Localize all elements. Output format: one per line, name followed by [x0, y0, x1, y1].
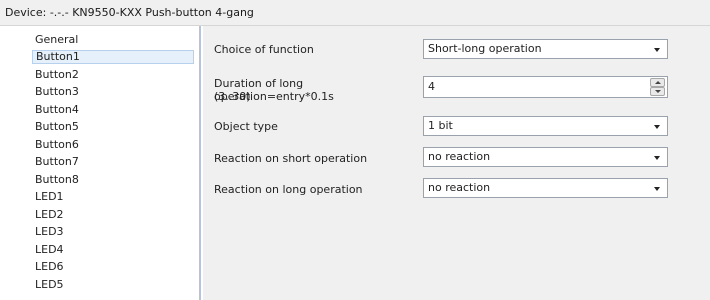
short-reaction-value: no reaction	[428, 150, 491, 163]
arrow-down-icon	[655, 90, 661, 93]
sidebar-item-button4[interactable]: Button4	[32, 103, 194, 117]
sidebar-item-button2[interactable]: Button2	[32, 68, 194, 82]
arrow-up-icon	[655, 81, 661, 84]
object-type-label: Object type	[214, 120, 278, 133]
chevron-down-icon	[654, 156, 660, 160]
choice-of-function-value: Short-long operation	[428, 42, 542, 55]
sidebar-item-button5[interactable]: Button5	[32, 120, 194, 134]
long-reaction-value: no reaction	[428, 181, 491, 194]
spin-down-button[interactable]	[650, 87, 665, 96]
long-reaction-label: Reaction on long operation	[214, 183, 363, 196]
sidebar-item-button1[interactable]: Button1	[32, 50, 194, 64]
short-reaction-label: Reaction on short operation	[214, 152, 368, 165]
sidebar-item-led2[interactable]: LED2	[32, 208, 194, 222]
spin-arrows-icon	[650, 78, 665, 96]
sidebar-item-led6[interactable]: LED6	[32, 260, 194, 274]
sidebar-item-led5[interactable]: LED5	[32, 278, 194, 292]
choice-of-function-select[interactable]: Short-long operation	[423, 39, 668, 59]
short-reaction-select[interactable]: no reaction	[423, 147, 668, 167]
sidebar-item-general[interactable]: General	[32, 33, 194, 47]
duration-spinbox[interactable]: 4	[423, 76, 668, 98]
sidebar-item-button8[interactable]: Button8	[32, 173, 194, 187]
duration-range-label: (3..30)	[214, 90, 251, 103]
parameter-panel: Choice of function Short-long operation …	[203, 26, 710, 300]
chevron-down-icon	[654, 125, 660, 129]
choice-of-function-label: Choice of function	[214, 43, 314, 56]
window-title: Device: -.-.- KN9550-KXX Push-button 4-g…	[0, 0, 710, 26]
chevron-down-icon	[654, 187, 660, 191]
sidebar-item-led1[interactable]: LED1	[32, 190, 194, 204]
long-reaction-select[interactable]: no reaction	[423, 178, 668, 198]
sidebar-item-led4[interactable]: LED4	[32, 243, 194, 257]
object-type-select[interactable]: 1 bit	[423, 116, 668, 136]
sidebar-item-button3[interactable]: Button3	[32, 85, 194, 99]
sidebar: General Button1 Button2 Button3 Button4 …	[0, 26, 201, 300]
chevron-down-icon	[654, 48, 660, 52]
object-type-value: 1 bit	[428, 119, 453, 132]
sidebar-item-button7[interactable]: Button7	[32, 155, 194, 169]
spin-up-button[interactable]	[650, 78, 665, 87]
duration-value: 4	[428, 80, 435, 93]
sidebar-item-led3[interactable]: LED3	[32, 225, 194, 239]
sidebar-item-button6[interactable]: Button6	[32, 138, 194, 152]
